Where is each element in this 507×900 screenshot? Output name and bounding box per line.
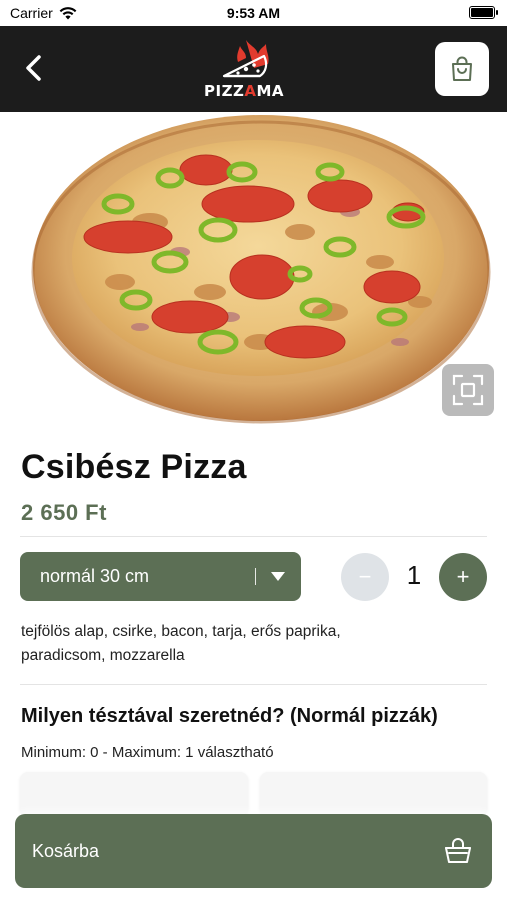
- quantity-value: 1: [406, 560, 422, 590]
- product-title: Csibész Pizza: [21, 448, 247, 486]
- size-select-value: normál 30 cm: [40, 566, 150, 586]
- add-to-cart-button[interactable]: Kosárba: [15, 814, 492, 888]
- quantity-decrease-button[interactable]: −: [341, 553, 389, 601]
- option-card[interactable]: [20, 772, 248, 816]
- product-price: 2 650 Ft: [21, 500, 107, 525]
- add-to-cart-label: Kosárba: [32, 840, 100, 861]
- app-header: PIZZAMA: [0, 26, 507, 112]
- battery-icon: [469, 6, 498, 19]
- fullscreen-icon: [452, 374, 484, 406]
- option-list: [20, 772, 487, 816]
- basket-icon: [445, 838, 471, 863]
- logo-text: PIZZAMA: [204, 82, 284, 100]
- select-separator: [255, 568, 256, 585]
- pizza-image: [31, 115, 491, 424]
- chevron-left-icon: [26, 55, 41, 81]
- options-section-title: Milyen tésztával szeretnéd? (Normál pizz…: [21, 705, 438, 727]
- cart-button[interactable]: [435, 42, 489, 96]
- option-card[interactable]: [259, 772, 487, 816]
- fullscreen-button[interactable]: [442, 364, 494, 416]
- hero-image: [0, 112, 507, 430]
- back-button[interactable]: [14, 48, 54, 88]
- size-select[interactable]: normál 30 cm: [20, 552, 301, 601]
- ingredients-text: tejfölös alap, csirke, bacon, tarja, erő…: [21, 623, 341, 664]
- status-time: 9:53 AM: [226, 5, 281, 21]
- pizza-flame-logo-icon: [222, 40, 269, 78]
- quantity-increase-button[interactable]: +: [439, 553, 487, 601]
- logo: PIZZAMA: [196, 36, 292, 102]
- options-section-subtitle: Minimum: 0 - Maximum: 1 választható: [21, 744, 274, 761]
- chevron-down-icon: [271, 572, 285, 581]
- divider: [20, 684, 487, 685]
- status-bar: Carrier 9:53 AM: [0, 0, 507, 26]
- divider: [20, 536, 487, 537]
- shopping-bag-icon: [452, 56, 472, 81]
